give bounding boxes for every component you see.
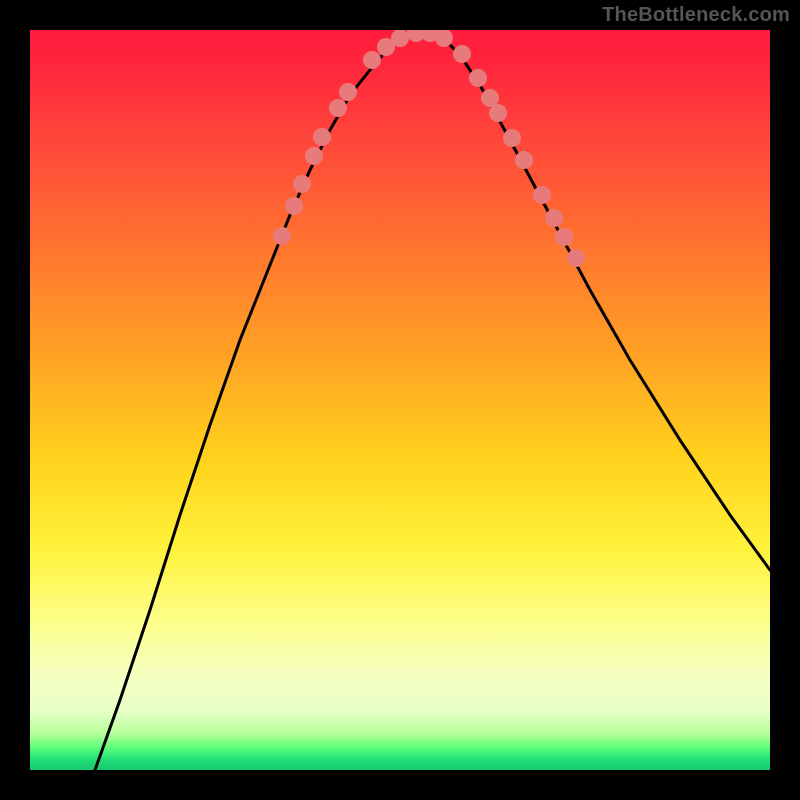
highlight-dot bbox=[545, 209, 563, 227]
highlight-dot bbox=[567, 249, 585, 267]
highlight-dot bbox=[329, 99, 347, 117]
highlight-dot bbox=[515, 151, 533, 169]
highlight-dot bbox=[305, 147, 323, 165]
highlight-dot bbox=[555, 228, 573, 246]
highlight-dot bbox=[453, 45, 471, 63]
bottleneck-curve bbox=[95, 33, 770, 770]
highlight-dot bbox=[313, 128, 331, 146]
highlight-dot bbox=[503, 129, 521, 147]
highlight-dot bbox=[273, 227, 291, 245]
highlight-dot bbox=[285, 197, 303, 215]
chart-svg bbox=[30, 30, 770, 770]
watermark-text: TheBottleneck.com bbox=[602, 4, 790, 27]
highlight-dot bbox=[363, 51, 381, 69]
highlight-dot bbox=[489, 104, 507, 122]
highlight-dot bbox=[339, 83, 357, 101]
chart-frame: TheBottleneck.com bbox=[0, 0, 800, 800]
highlight-dot bbox=[469, 69, 487, 87]
highlight-dot bbox=[533, 186, 551, 204]
highlight-dot bbox=[293, 175, 311, 193]
